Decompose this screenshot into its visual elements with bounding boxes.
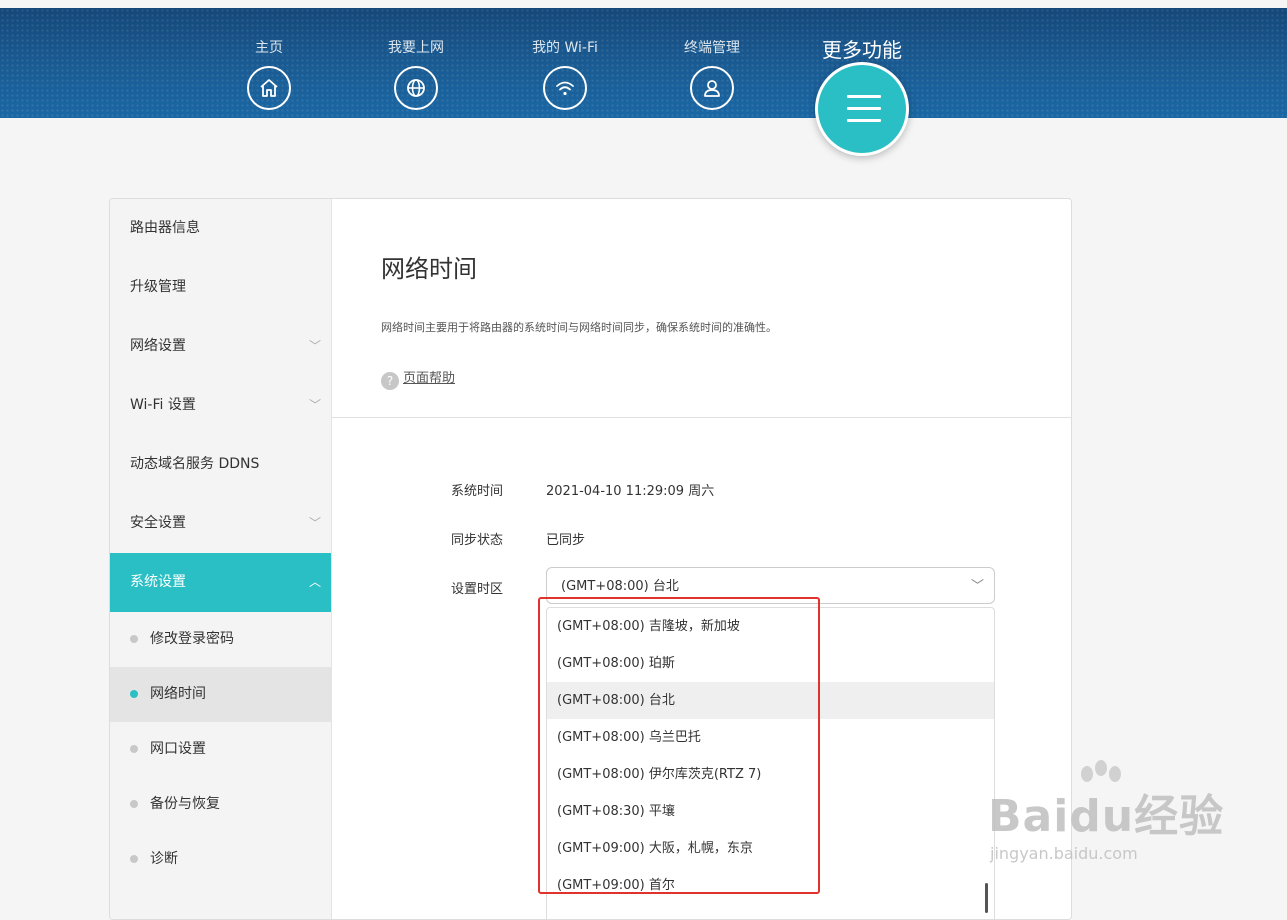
- sidebar-item-label: 系统设置: [130, 574, 186, 590]
- sidebar-item-security[interactable]: 安全设置 ﹀: [110, 494, 331, 553]
- sidebar-subitem-label: 网络时间: [150, 686, 206, 702]
- chevron-down-icon: ﹀: [308, 516, 321, 530]
- timezone-option[interactable]: (GMT+08:30) 平壤: [547, 793, 994, 830]
- dropdown-scrollbar[interactable]: [985, 883, 988, 913]
- bullet-icon: [130, 855, 138, 863]
- sync-status-value: 已同步: [546, 533, 586, 548]
- sidebar-item-label: 网络设置: [130, 338, 186, 354]
- bullet-icon: [130, 690, 138, 698]
- nav-internet[interactable]: 我要上网: [361, 38, 471, 114]
- nav-home[interactable]: 主页: [214, 38, 324, 114]
- sidebar-item-router-info[interactable]: 路由器信息: [110, 199, 331, 258]
- bullet-icon: [130, 800, 138, 808]
- menu-icon-line: [847, 119, 881, 122]
- timezone-option[interactable]: (GMT+09:00) 首尔: [547, 867, 994, 904]
- top-nav-bar: 主页 我要上网 我的 Wi-Fi 终端管理 更多功能: [0, 8, 1287, 118]
- sidebar-subitem-label: 网口设置: [150, 741, 206, 757]
- timezone-label: 设置时区: [451, 582, 504, 597]
- watermark-logo: Baidu经验: [988, 791, 1225, 842]
- sync-status-label: 同步状态: [451, 533, 504, 548]
- globe-icon: [394, 66, 438, 110]
- chevron-down-icon: ﹀: [308, 398, 321, 412]
- wifi-icon: [543, 66, 587, 110]
- sidebar-item-label: 路由器信息: [130, 220, 200, 236]
- divider: [332, 417, 1071, 418]
- page-title: 网络时间: [381, 255, 477, 283]
- chevron-down-icon: ﹀: [970, 579, 984, 594]
- nav-home-label: 主页: [255, 40, 283, 56]
- sidebar-subitem-change-password[interactable]: 修改登录密码: [110, 612, 331, 667]
- sidebar-item-upgrade[interactable]: 升级管理: [110, 258, 331, 317]
- sidebar-item-label: Wi-Fi 设置: [130, 397, 196, 413]
- nav-devices-label: 终端管理: [684, 40, 740, 56]
- timezone-option[interactable]: (GMT+08:00) 珀斯: [547, 645, 994, 682]
- baidu-watermark: Baidu经验 jingyan.baidu.com: [988, 760, 1228, 870]
- nav-internet-label: 我要上网: [388, 40, 444, 56]
- main-content: 网络时间 网络时间主要用于将路由器的系统时间与网络时间同步，确保系统时间的准确性…: [332, 199, 1071, 919]
- sidebar-item-wifi-settings[interactable]: Wi-Fi 设置 ﹀: [110, 376, 331, 435]
- chevron-down-icon: ﹀: [308, 339, 321, 353]
- page-description: 网络时间主要用于将路由器的系统时间与网络时间同步，确保系统时间的准确性。: [381, 321, 777, 334]
- sidebar-item-label: 升级管理: [130, 279, 186, 295]
- sidebar-item-network-settings[interactable]: 网络设置 ﹀: [110, 317, 331, 376]
- help-icon: ?: [381, 372, 399, 390]
- sidebar-item-label: 安全设置: [130, 515, 186, 531]
- system-time-label: 系统时间: [451, 484, 504, 499]
- user-icon: [690, 66, 734, 110]
- chevron-up-icon: ︿: [308, 575, 321, 589]
- page-help-label: 页面帮助: [403, 371, 456, 386]
- watermark-url: jingyan.baidu.com: [990, 844, 1138, 863]
- more-features-label: 更多功能: [822, 38, 902, 62]
- timezone-option[interactable]: (GMT+08:00) 乌兰巴托: [547, 719, 994, 756]
- timezone-option[interactable]: (GMT+08:00) 吉隆坡，新加坡: [547, 608, 994, 645]
- timezone-dropdown: (GMT+08:00) 吉隆坡，新加坡 (GMT+08:00) 珀斯 (GMT+…: [546, 607, 995, 919]
- bullet-icon: [130, 745, 138, 753]
- menu-icon-line: [847, 107, 881, 110]
- sidebar-subitem-port-settings[interactable]: 网口设置: [110, 722, 331, 777]
- sidebar-item-ddns[interactable]: 动态域名服务 DDNS: [110, 435, 331, 494]
- sidebar: 路由器信息 升级管理 网络设置 ﹀ Wi-Fi 设置 ﹀ 动态域名服务 DDNS 安…: [110, 199, 332, 919]
- sidebar-subitem-label: 修改登录密码: [150, 631, 234, 647]
- sidebar-item-label: 动态域名服务 DDNS: [130, 456, 260, 472]
- more-features-button[interactable]: [815, 62, 909, 156]
- page-help-link[interactable]: ? 页面帮助: [381, 367, 455, 390]
- sidebar-subitem-diagnostics[interactable]: 诊断: [110, 832, 331, 887]
- sidebar-item-system-settings[interactable]: 系统设置 ︿: [110, 553, 331, 612]
- home-icon: [247, 66, 291, 110]
- sidebar-subitem-label: 备份与恢复: [150, 796, 220, 812]
- timezone-option[interactable]: (GMT+08:00) 伊尔库茨克(RTZ 7): [547, 756, 994, 793]
- nav-devices[interactable]: 终端管理: [657, 38, 767, 114]
- nav-wifi[interactable]: 我的 Wi-Fi: [510, 38, 620, 114]
- sidebar-subitem-backup-restore[interactable]: 备份与恢复: [110, 777, 331, 832]
- timezone-select-value: (GMT+08:00) 台北: [561, 579, 679, 594]
- system-time-value: 2021-04-10 11:29:09 周六: [546, 484, 715, 499]
- bullet-icon: [130, 635, 138, 643]
- timezone-option[interactable]: (GMT+09:00) 大阪，札幌，东京: [547, 830, 994, 867]
- sidebar-subitem-label: 诊断: [150, 851, 178, 867]
- sidebar-subitem-network-time[interactable]: 网络时间: [110, 667, 331, 722]
- timezone-option-selected[interactable]: (GMT+08:00) 台北: [547, 682, 994, 719]
- nav-wifi-label: 我的 Wi-Fi: [532, 40, 598, 56]
- menu-icon: [847, 95, 881, 98]
- settings-panel: 路由器信息 升级管理 网络设置 ﹀ Wi-Fi 设置 ﹀ 动态域名服务 DDNS 安…: [109, 198, 1072, 920]
- timezone-select[interactable]: (GMT+08:00) 台北 ﹀: [546, 567, 995, 604]
